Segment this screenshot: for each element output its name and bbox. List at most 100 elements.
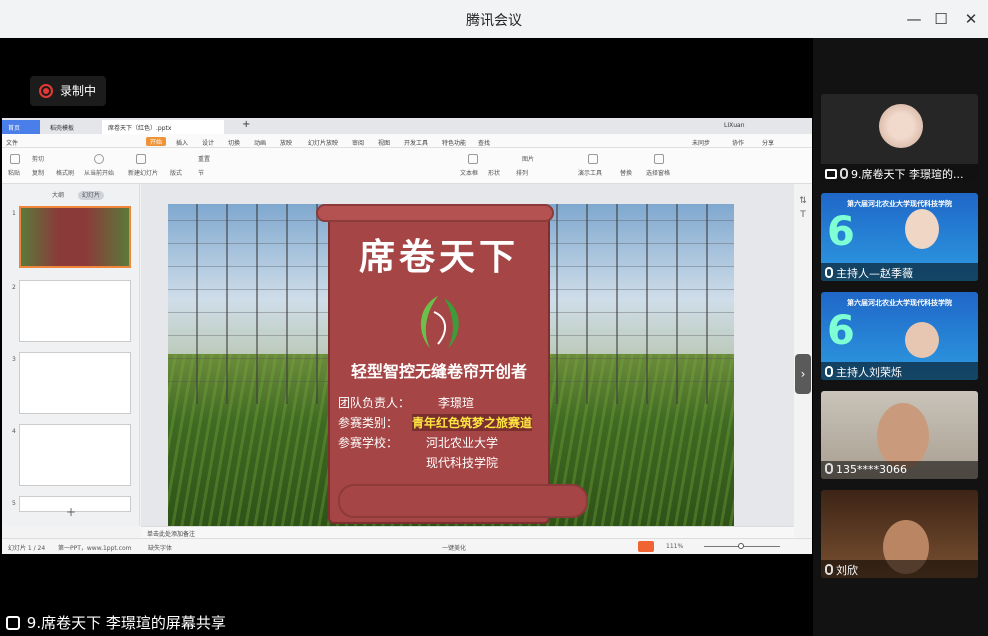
menu-collab[interactable]: 协作 <box>732 138 744 147</box>
cut-button[interactable]: 剪切 <box>32 154 44 163</box>
menu-insert[interactable]: 插入 <box>176 138 188 147</box>
menu-slideshow[interactable]: 幻灯片放映 <box>308 138 338 147</box>
menu-file[interactable]: 文件 <box>6 138 18 147</box>
close-icon[interactable]: ✕ <box>960 8 982 30</box>
tab-pptx[interactable]: 席卷天下（红色）.pptx <box>102 120 224 134</box>
mic-icon <box>825 267 833 278</box>
add-slide-icon[interactable]: + <box>66 505 76 519</box>
record-icon <box>39 84 53 98</box>
participant-tile[interactable]: 刘欣 <box>821 490 978 578</box>
properties-icon[interactable]: ⇅ <box>794 196 812 206</box>
recording-label: 录制中 <box>60 84 97 98</box>
slide-thumb-4[interactable] <box>19 424 131 486</box>
play-from-current-icon[interactable] <box>94 154 104 164</box>
replace-button[interactable]: 替换 <box>620 168 632 177</box>
play-from-current-button[interactable]: 从当前开始 <box>84 168 114 177</box>
participant-name: 135****3066 <box>836 463 907 476</box>
arrange-button[interactable]: 排列 <box>516 168 528 177</box>
text-style-icon[interactable]: T <box>794 210 812 220</box>
screen-share-owner: 9.席卷天下 李璟瑄的屏幕共享 <box>26 614 226 632</box>
status-bar: 幻灯片 1 / 24 第一PPT，www.1ppt.com 缺失字体 一键美化 … <box>2 538 812 554</box>
participant-name: 刘欣 <box>836 564 858 577</box>
category-label: 参赛类别： <box>338 416 399 430</box>
participant-tile[interactable]: 9.席卷天下 李璟瑄的... <box>821 94 978 182</box>
participant-face <box>905 322 939 358</box>
maximize-icon[interactable]: ☐ <box>930 8 952 30</box>
scroll-top-roll <box>316 204 554 222</box>
textbox-icon[interactable] <box>468 154 478 164</box>
slide-subtitle: 轻型智控无缝卷帘开创者 <box>350 362 527 381</box>
tab-docer[interactable]: 稻壳模板 <box>44 120 81 134</box>
format-painter-button[interactable]: 格式刷 <box>56 168 74 177</box>
menu-design[interactable]: 设计 <box>202 138 214 147</box>
screen-share-icon <box>6 616 20 630</box>
thumb-number: 5 <box>12 500 16 507</box>
menu-features[interactable]: 特色功能 <box>442 138 466 147</box>
slide-thumb-1[interactable] <box>19 206 131 268</box>
slide-thumb-2[interactable] <box>19 280 131 342</box>
collapse-panel-button[interactable]: › <box>795 354 811 394</box>
tab-outline[interactable]: 大纲 <box>48 191 68 200</box>
zoom-slider-knob[interactable] <box>738 543 744 549</box>
participant-tile[interactable]: 第六届河北农业大学现代科技学院 6 主持人刘荣烁 <box>821 292 978 380</box>
avatar <box>879 104 923 148</box>
shared-presentation-window: 首页 稻壳模板 席卷天下（红色）.pptx + LIXuan 文件 开始 插入 … <box>2 118 812 554</box>
beautify-button[interactable]: 一键美化 <box>442 543 466 552</box>
participant-face <box>905 209 939 249</box>
thumb-number: 3 <box>12 356 16 363</box>
participant-tile[interactable]: 第六届河北农业大学现代科技学院 6 主持人—赵季薇 <box>821 193 978 281</box>
slide-thumb-3[interactable] <box>19 352 131 414</box>
layout-button[interactable]: 版式 <box>170 168 182 177</box>
participant-tile[interactable]: 135****3066 <box>821 391 978 479</box>
panel-tabs: 大纲 幻灯片 <box>48 190 112 200</box>
paste-button[interactable]: 粘贴 <box>8 168 20 177</box>
mic-off-icon <box>840 168 848 179</box>
present-tools-button[interactable]: 演示工具 <box>578 168 602 177</box>
menu-unsynced[interactable]: 未同步 <box>692 138 710 147</box>
school-name: 河北农业大学 <box>426 436 499 450</box>
mic-off-icon <box>825 463 833 474</box>
missing-font[interactable]: 缺失字体 <box>148 543 172 552</box>
minimize-icon[interactable]: — <box>903 8 925 30</box>
menu-search[interactable]: 查找 <box>478 138 490 147</box>
menu-share[interactable]: 分享 <box>762 138 774 147</box>
menu-review[interactable]: 审阅 <box>352 138 364 147</box>
thumb-number: 4 <box>12 428 16 435</box>
selection-pane-button[interactable]: 选择窗格 <box>646 168 670 177</box>
participant-name: 9.席卷天下 李璟瑄的... <box>851 168 964 181</box>
new-tab-icon[interactable]: + <box>242 119 250 130</box>
participant-name: 主持人刘荣烁 <box>836 366 902 379</box>
menu-view[interactable]: 视图 <box>378 138 390 147</box>
menu-devtools[interactable]: 开发工具 <box>404 138 428 147</box>
menu-transition[interactable]: 切换 <box>228 138 240 147</box>
menu-show[interactable]: 放映 <box>280 138 292 147</box>
participant-face <box>877 403 929 469</box>
shape-button[interactable]: 形状 <box>488 168 500 177</box>
section-button[interactable]: 节 <box>198 168 204 177</box>
screen-share-icon <box>825 169 837 179</box>
new-slide-icon[interactable] <box>136 154 146 164</box>
document-tabs: 首页 稻壳模板 席卷天下（红色）.pptx + LIXuan <box>2 118 812 134</box>
ribbon-menu: 文件 开始 插入 设计 切换 动画 放映 幻灯片放映 审阅 视图 开发工具 特色… <box>2 134 812 148</box>
tab-home[interactable]: 首页 <box>2 120 40 134</box>
category-value: 青年红色筑梦之旅赛道 <box>412 414 533 431</box>
new-slide-button[interactable]: 新建幻灯片 <box>128 168 158 177</box>
participant-list: 9.席卷天下 李璟瑄的... 第六届河北农业大学现代科技学院 6 主持人—赵季薇… <box>813 38 988 636</box>
picture-button[interactable]: 图片 <box>522 154 534 163</box>
recording-indicator[interactable]: 录制中 <box>30 76 106 106</box>
user-name: LIXuan <box>724 122 745 129</box>
present-tools-icon[interactable] <box>588 154 598 164</box>
menu-animation[interactable]: 动画 <box>254 138 266 147</box>
tab-slides[interactable]: 幻灯片 <box>77 191 104 200</box>
paste-icon[interactable] <box>10 154 20 164</box>
scroll-bottom-roll <box>338 484 588 518</box>
menu-start[interactable]: 开始 <box>146 137 167 146</box>
copy-button[interactable]: 复制 <box>32 168 44 177</box>
play-slideshow-icon[interactable] <box>638 541 654 552</box>
notes-area[interactable]: 单击此处添加备注 <box>141 526 794 538</box>
textbox-button[interactable]: 文本框 <box>460 168 478 177</box>
selection-pane-icon[interactable] <box>654 154 664 164</box>
zoom-level[interactable]: 111% <box>666 543 683 550</box>
slide-1[interactable]: 席卷天下 轻型智控无缝卷帘开创者 团队负责人： 李璟瑄 参赛类别： 青年红色筑梦… <box>168 204 734 526</box>
reset-button[interactable]: 重置 <box>198 154 210 163</box>
